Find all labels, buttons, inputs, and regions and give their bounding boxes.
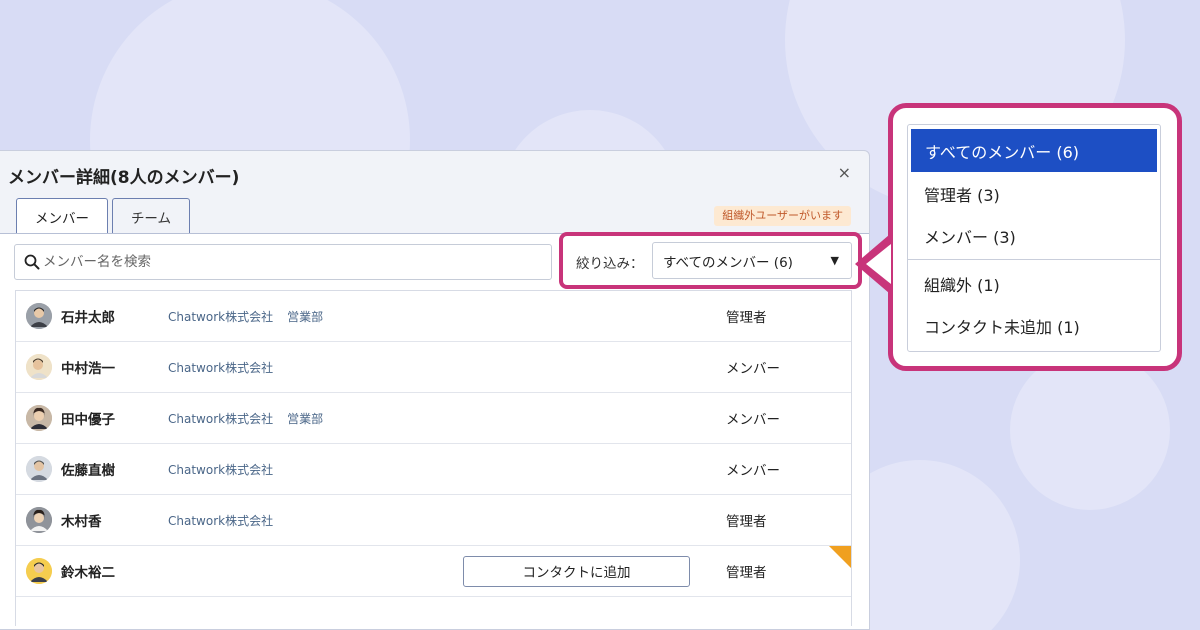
external-users-badge: 組織外ユーザーがいます [714,206,851,226]
member-role: 管理者 [726,565,767,581]
member-name: 木村香 [61,514,102,530]
member-role: メンバー [726,361,780,377]
member-row[interactable]: 中村浩一 Chatwork株式会社 メンバー [16,342,851,393]
filter-label: 絞り込み： [576,256,644,272]
member-name: 田中優子 [61,412,115,428]
member-row[interactable]: 佐藤直樹 Chatwork株式会社 メンバー [16,444,851,495]
filter-selected-value: すべてのメンバー (6) [663,254,793,271]
avatar [26,354,52,380]
dropdown-option-not-contact[interactable]: コンタクト未追加 (1) [908,305,1160,347]
member-row[interactable]: 鈴木裕二 コンタクトに追加 管理者 [16,546,851,597]
member-name: 佐藤直樹 [61,463,115,479]
member-org: Chatwork株式会社 [168,513,274,528]
member-name: 石井太郎 [61,310,115,326]
search-box [14,244,552,280]
dropdown-option-admin[interactable]: 管理者 (3) [908,173,1160,215]
member-role: 管理者 [726,514,767,530]
avatar [26,507,52,533]
member-role: メンバー [726,463,780,479]
external-user-marker [829,546,851,568]
avatar [26,405,52,431]
avatar [26,303,52,329]
tab-members[interactable]: メンバー [16,198,108,234]
filter-select[interactable]: すべてのメンバー (6) ▼ [652,242,852,279]
member-list: 石井太郎 Chatwork株式会社 営業部 管理者 中村浩一 Chatwork株式… [15,290,852,626]
member-details-dialog: メンバー詳細(8人のメンバー) × メンバー チーム 組織外ユーザーがいます 石… [0,150,870,630]
member-org: Chatwork株式会社 営業部 [168,309,324,324]
dialog-title: メンバー詳細(8人のメンバー) [8,168,240,188]
dropdown-divider [908,259,1160,260]
dropdown-option-member[interactable]: メンバー (3) [908,215,1160,257]
callout-pointer-inner [866,244,891,284]
member-org: Chatwork株式会社 [168,360,274,375]
member-row[interactable]: 石井太郎 Chatwork株式会社 営業部 管理者 [16,291,851,342]
background-circle [1010,350,1170,510]
member-name: 鈴木裕二 [61,565,115,581]
avatar [26,558,52,584]
member-role: 管理者 [726,310,767,326]
member-org: Chatwork株式会社 [168,462,274,477]
member-name: 中村浩一 [61,361,115,377]
tab-bar: メンバー チーム [16,198,190,234]
chevron-down-icon: ▼ [830,254,839,267]
tab-teams[interactable]: チーム [112,198,190,234]
dropdown-option-all[interactable]: すべてのメンバー (6) [911,129,1157,172]
dropdown-option-external[interactable]: 組織外 (1) [908,263,1160,305]
member-row[interactable]: 木村香 Chatwork株式会社 管理者 [16,495,851,546]
add-contact-button[interactable]: コンタクトに追加 [463,555,690,587]
member-role: メンバー [726,412,780,428]
avatar [26,456,52,482]
close-icon[interactable]: × [838,165,851,181]
filter-dropdown: すべてのメンバー (6) 管理者 (3) メンバー (3) 組織外 (1) コン… [907,124,1161,352]
search-icon [21,251,43,273]
search-input[interactable] [43,254,543,270]
member-row[interactable]: 田中優子 Chatwork株式会社 営業部 メンバー [16,393,851,444]
member-org: Chatwork株式会社 営業部 [168,411,324,426]
